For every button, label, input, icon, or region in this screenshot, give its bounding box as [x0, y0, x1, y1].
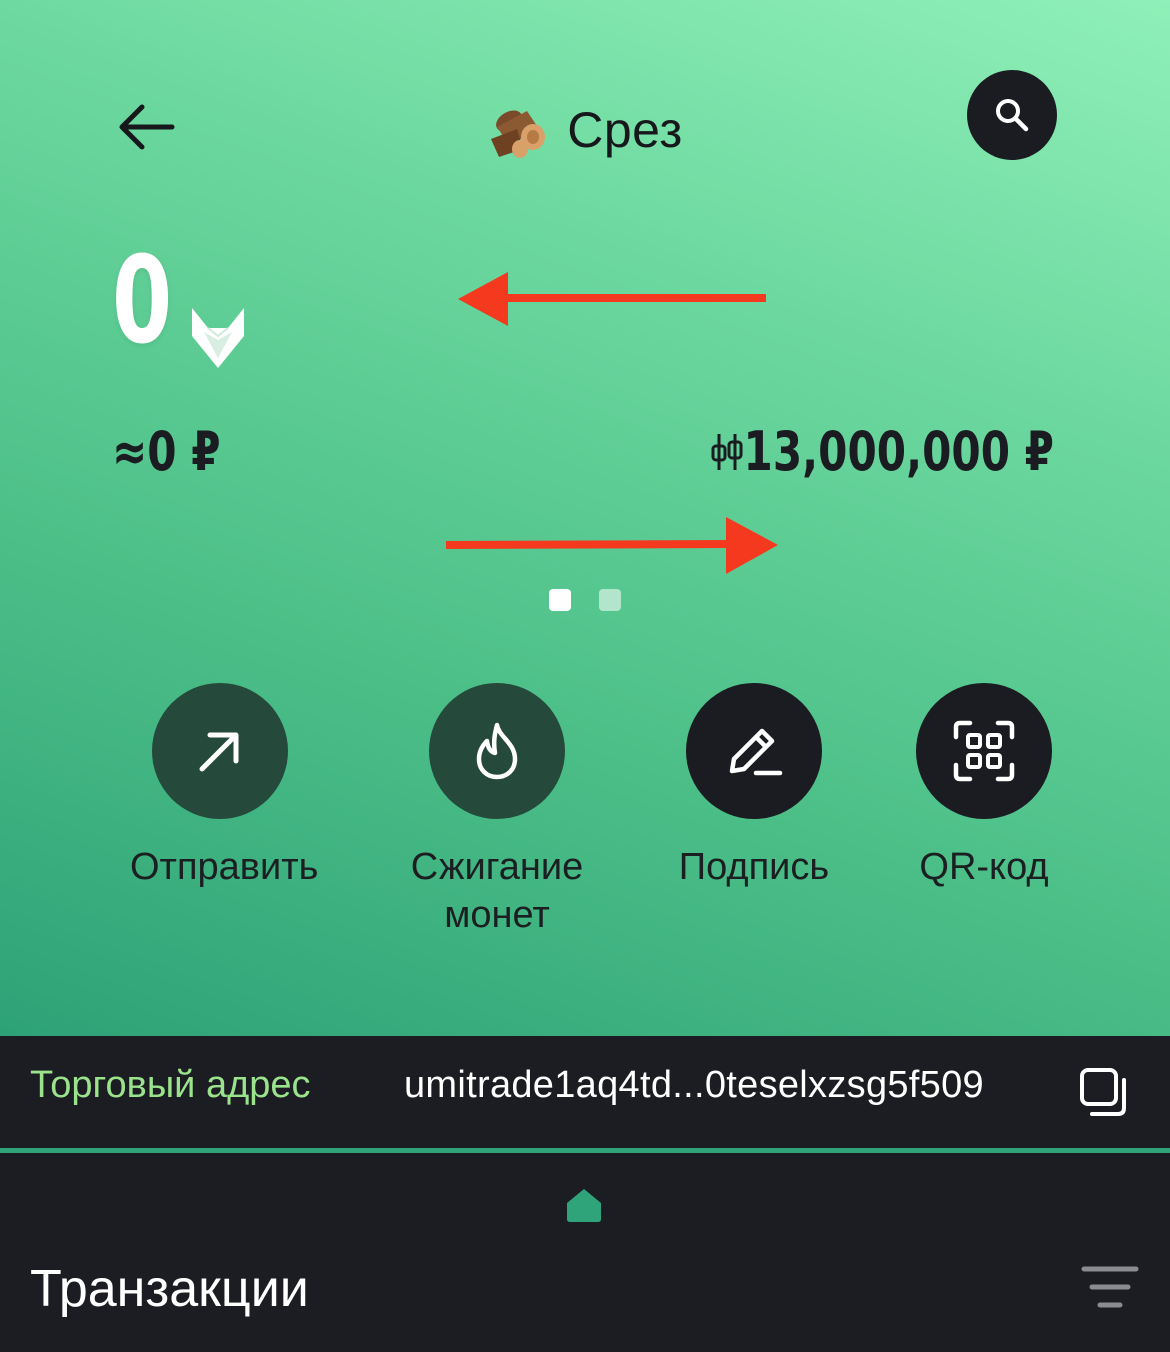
page-title: Срез	[567, 102, 683, 158]
qr-code-icon	[953, 720, 1015, 782]
annotation-arrow-left-head	[458, 272, 508, 326]
send-label: Отправить	[130, 846, 319, 888]
address-value[interactable]: umitrade1aq4td...0teselxzsg5f509	[404, 1064, 984, 1107]
market-cap-value: 13,000,000 ₽	[743, 420, 1054, 483]
qr-label: QR-код	[919, 846, 1049, 888]
search-button[interactable]	[967, 70, 1057, 160]
wood-logs-icon	[491, 110, 546, 158]
fiat-balance: ≈0 ₽	[112, 420, 221, 483]
burn-label: Сжигание монет	[410, 846, 584, 936]
filter-icon[interactable]	[1080, 1265, 1140, 1309]
annotation-arrow-right-head	[726, 517, 778, 574]
burn-button-circle[interactable]	[429, 683, 565, 819]
annotation-arrow-right	[445, 540, 736, 549]
transactions-title: Транзакции	[30, 1260, 309, 1318]
fox-logo-icon	[192, 308, 244, 368]
send-button[interactable]: Отправить	[130, 683, 319, 891]
pen-icon	[729, 728, 783, 776]
copy-address-button[interactable]	[1078, 1066, 1130, 1118]
trading-address-bar: Торговый адрес umitrade1aq4td...0teselxz…	[0, 1036, 1170, 1146]
page-dot-active[interactable]	[549, 589, 571, 611]
burn-coins-button[interactable]: Сжигание монет	[407, 683, 587, 939]
qr-code-button[interactable]: QR-код	[894, 683, 1074, 891]
address-label: Торговый адрес	[30, 1064, 311, 1106]
sign-button-circle[interactable]	[686, 683, 822, 819]
sign-button[interactable]: Подпись	[664, 683, 844, 891]
page-indicator	[549, 589, 621, 611]
transactions-section: Транзакции	[0, 1153, 1170, 1352]
arrow-up-right-icon	[199, 732, 239, 772]
candlestick-icon	[711, 434, 743, 470]
page-dot[interactable]	[599, 589, 621, 611]
token-hero: Срез 0 ≈0 ₽ 13,000,000 ₽ Отправить Сжига…	[0, 0, 1170, 1036]
qr-button-circle[interactable]	[916, 683, 1052, 819]
copy-icon	[1080, 1068, 1126, 1116]
home-icon[interactable]	[565, 1187, 603, 1223]
flame-icon	[476, 722, 518, 780]
search-icon	[996, 99, 1029, 132]
sign-label: Подпись	[678, 846, 830, 888]
token-balance: 0	[112, 232, 173, 371]
send-button-circle[interactable]	[152, 683, 288, 819]
